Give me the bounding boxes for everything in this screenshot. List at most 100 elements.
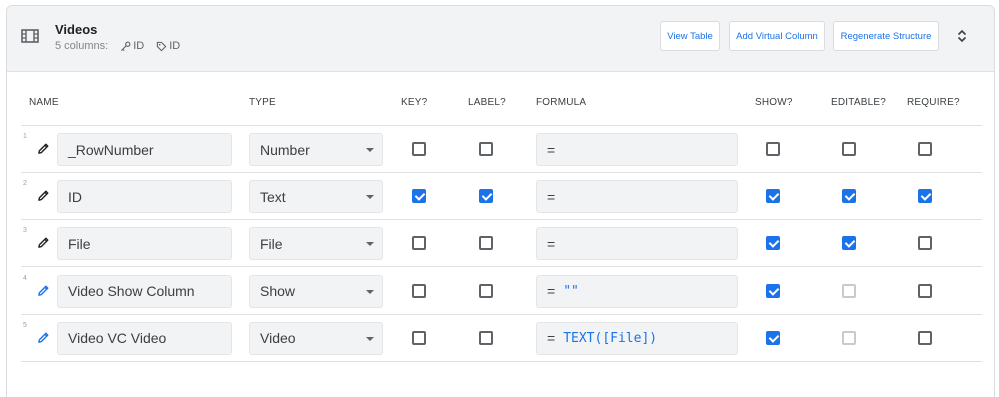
table-row: 3 File File = (7, 220, 994, 268)
editable-checkbox[interactable] (842, 142, 856, 156)
column-name-value: Video VC Video (68, 330, 167, 347)
label-checkbox[interactable] (479, 189, 493, 204)
formula-input[interactable]: = (536, 180, 738, 214)
edit-pencil-icon[interactable] (37, 142, 50, 155)
table-row: 2 ID Text = (7, 173, 994, 221)
require-checkbox[interactable] (918, 330, 932, 345)
table-meta: 5 columns: ID ID (55, 40, 180, 52)
column-type-select[interactable]: Video (249, 321, 383, 355)
header-formula: FORMULA (536, 97, 587, 108)
formula-input[interactable]: = (536, 227, 738, 261)
formula-expression: "" (563, 283, 579, 299)
editable-checkbox (842, 330, 856, 345)
key-checkbox[interactable] (412, 236, 426, 251)
show-checkbox[interactable] (766, 189, 780, 204)
label-column-name: ID (169, 40, 181, 52)
formula-prefix: = (547, 330, 556, 347)
header-editable: EDITABLE? (831, 97, 886, 108)
regenerate-structure-button[interactable]: Regenerate Structure (833, 21, 939, 51)
require-checkbox[interactable] (918, 189, 932, 204)
row-number: 1 (23, 133, 27, 140)
show-checkbox[interactable] (766, 236, 780, 251)
label-checkbox[interactable] (479, 330, 493, 345)
key-checkbox[interactable] (412, 283, 426, 298)
tag-icon (157, 41, 167, 51)
formula-prefix: = (547, 188, 556, 205)
editable-checkbox[interactable] (842, 189, 856, 204)
key-checkbox[interactable] (412, 142, 426, 156)
key-column-name: ID (133, 40, 145, 52)
formula-input[interactable]: = (536, 133, 738, 166)
table-header: Videos 5 columns: ID ID View Table Add V… (7, 6, 994, 72)
edit-pencil-icon[interactable] (37, 236, 50, 249)
column-name-value: File (68, 235, 91, 252)
key-checkbox[interactable] (412, 189, 426, 204)
formula-prefix: = (547, 235, 556, 252)
formula-expression: TEXT([File]) (563, 330, 658, 346)
column-name-input[interactable]: Video VC Video (57, 321, 232, 355)
editable-checkbox[interactable] (842, 236, 856, 251)
dropdown-caret-icon (366, 242, 374, 247)
key-indicator: ID (120, 40, 144, 52)
formula-input[interactable]: = TEXT([File]) (536, 321, 738, 355)
label-indicator: ID (156, 40, 180, 52)
column-name-value: Video Show Column (68, 283, 195, 300)
header-require: REQUIRE? (907, 97, 960, 108)
column-type-value: Number (260, 141, 310, 158)
key-icon (121, 41, 131, 51)
view-table-button[interactable]: View Table (660, 21, 720, 51)
header-type: TYPE (249, 97, 276, 108)
column-name-input[interactable]: Video Show Column (57, 274, 232, 308)
show-checkbox[interactable] (766, 283, 780, 298)
column-type-select[interactable]: Show (249, 274, 383, 308)
require-checkbox[interactable] (918, 142, 932, 156)
require-checkbox[interactable] (918, 283, 932, 298)
table-row: 1 _RowNumber Number = (7, 126, 994, 173)
key-checkbox[interactable] (412, 330, 426, 345)
film-icon (21, 29, 39, 43)
table-panel: Videos 5 columns: ID ID View Table Add V… (6, 5, 995, 397)
header-key: KEY? (401, 97, 428, 108)
dropdown-caret-icon (366, 289, 374, 294)
table-title: Videos (55, 22, 98, 37)
row-number: 5 (23, 321, 27, 329)
require-checkbox[interactable] (918, 236, 932, 251)
header-label: LABEL? (468, 97, 506, 108)
edit-pencil-icon[interactable] (37, 331, 50, 344)
edit-pencil-icon[interactable] (37, 189, 50, 202)
column-type-value: Text (260, 188, 286, 205)
header-show: SHOW? (755, 97, 793, 108)
table-row: 5 Video VC Video Video = TEXT([File]) (7, 315, 994, 362)
column-type-value: Show (260, 283, 296, 300)
columns-count: 5 columns: (55, 40, 109, 52)
column-name-input[interactable]: File (57, 227, 232, 261)
column-name-value: _RowNumber (68, 141, 154, 158)
label-checkbox[interactable] (479, 236, 493, 251)
formula-prefix: = (547, 141, 556, 158)
column-type-select[interactable]: Text (249, 180, 383, 214)
show-checkbox[interactable] (766, 142, 780, 156)
row-divider (21, 360, 982, 362)
column-type-select[interactable]: Number (249, 133, 383, 166)
row-number: 2 (23, 180, 27, 188)
row-number: 3 (23, 227, 27, 235)
table-row: 4 Video Show Column Show = "" (7, 268, 994, 315)
column-name-input[interactable]: ID (57, 180, 232, 214)
edit-pencil-icon[interactable] (37, 284, 50, 297)
dropdown-caret-icon (366, 195, 374, 200)
expand-collapse-icon[interactable] (953, 27, 971, 45)
label-checkbox[interactable] (479, 283, 493, 298)
column-name-input[interactable]: _RowNumber (57, 133, 232, 166)
column-type-value: File (260, 235, 283, 252)
column-type-value: Video (260, 330, 296, 347)
add-virtual-column-button[interactable]: Add Virtual Column (729, 21, 825, 51)
header-name: NAME (29, 97, 59, 108)
formula-input[interactable]: = "" (536, 274, 738, 308)
dropdown-caret-icon (366, 336, 374, 341)
formula-prefix: = (547, 283, 556, 300)
column-name-value: ID (68, 188, 82, 205)
label-checkbox[interactable] (479, 142, 493, 156)
dropdown-caret-icon (366, 148, 374, 152)
column-type-select[interactable]: File (249, 227, 383, 261)
show-checkbox[interactable] (766, 330, 780, 345)
